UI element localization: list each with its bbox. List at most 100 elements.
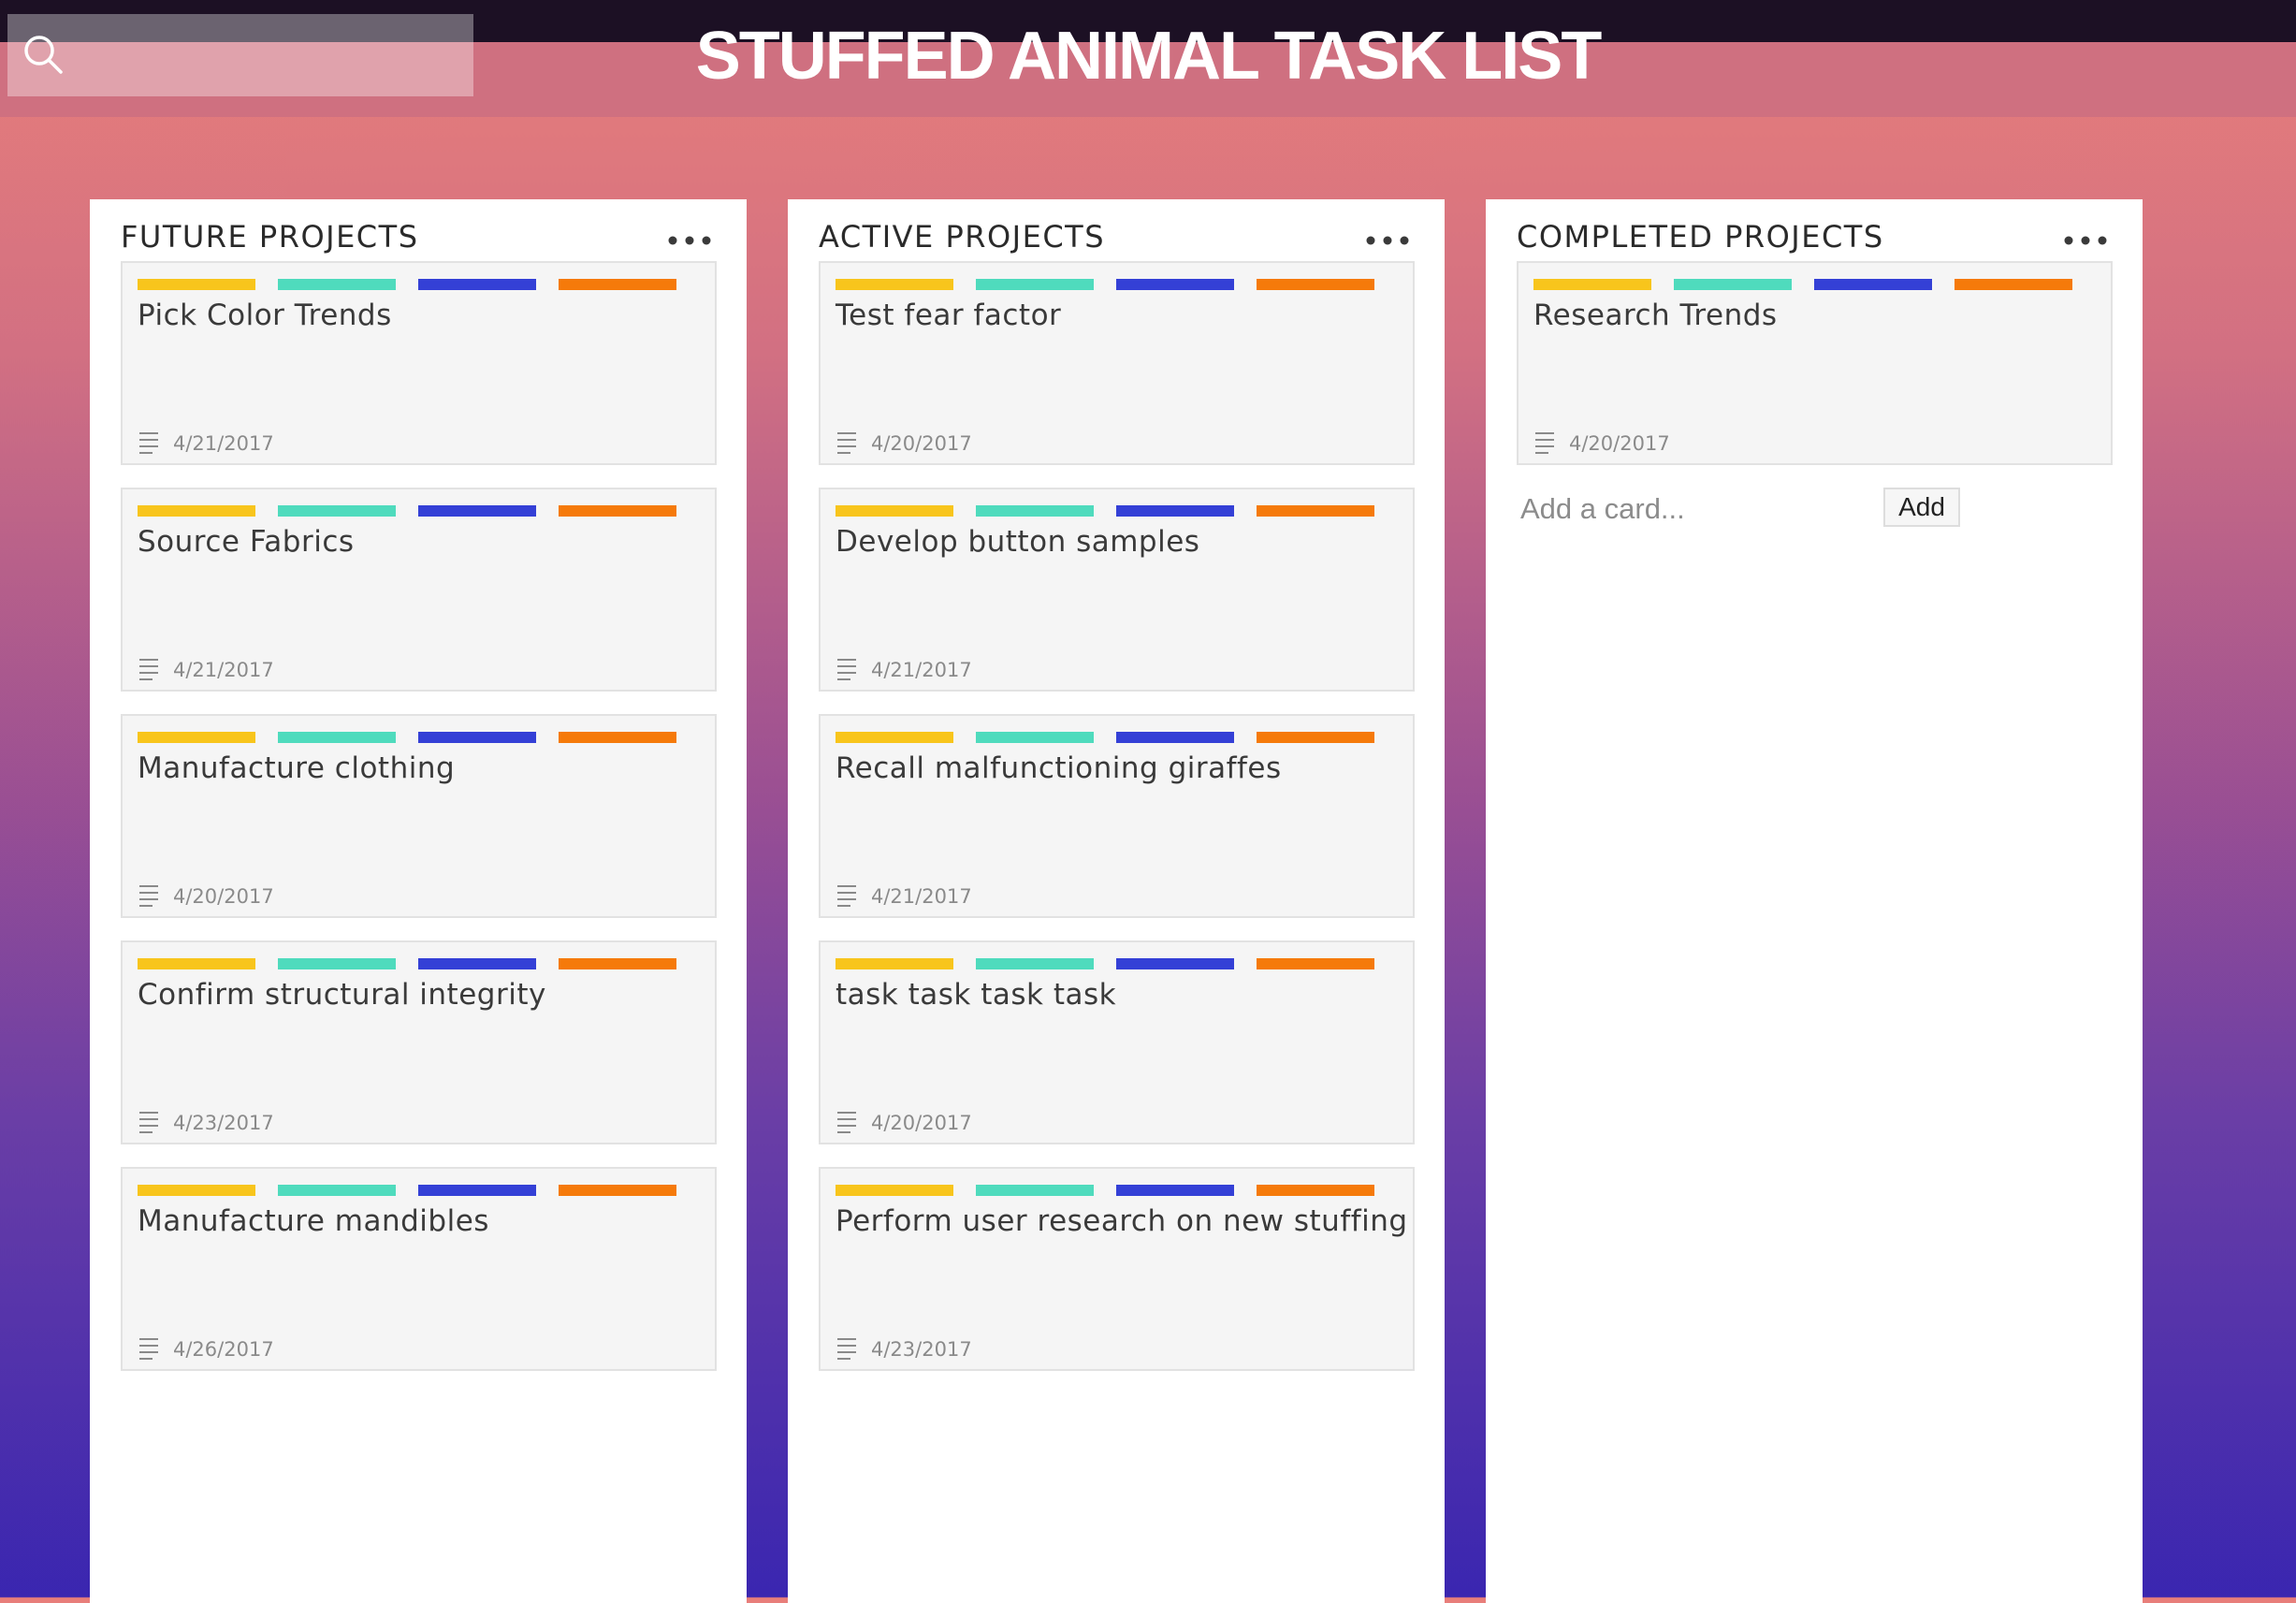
card-labels	[138, 1185, 676, 1196]
label-bar	[1116, 732, 1234, 743]
task-card[interactable]: Test fear factor 4/20/2017	[819, 261, 1415, 465]
card-title: Pick Color Trends	[138, 299, 392, 332]
task-card[interactable]: Pick Color Trends 4/21/2017	[121, 261, 717, 465]
list-title: COMPLETED PROJECTS	[1517, 219, 1884, 255]
card-footer: 4/21/2017	[836, 882, 972, 911]
app-title: STUFFED ANIMAL TASK LIST	[695, 19, 1603, 94]
card-date: 4/23/2017	[173, 1112, 274, 1134]
label-bar	[278, 505, 396, 517]
description-icon	[1533, 430, 1556, 458]
task-card[interactable]: Confirm structural integrity 4/23/2017	[121, 940, 717, 1144]
label-bar	[836, 958, 953, 969]
ellipsis-icon[interactable]	[1361, 212, 1414, 261]
label-bar	[138, 505, 255, 517]
label-bar	[1257, 1185, 1374, 1196]
list-title: FUTURE PROJECTS	[121, 219, 419, 255]
card-footer: 4/21/2017	[836, 656, 972, 684]
label-bar	[1257, 732, 1374, 743]
card-title: Confirm structural integrity	[138, 978, 546, 1012]
card-title: task task task task	[836, 978, 1117, 1012]
label-bar	[418, 1185, 536, 1196]
card-date: 4/21/2017	[871, 659, 972, 681]
label-bar	[1257, 505, 1374, 517]
card-title: Manufacture clothing	[138, 751, 456, 785]
task-card[interactable]: Develop button samples 4/21/2017	[819, 488, 1415, 692]
label-bar	[418, 279, 536, 290]
card-footer: 4/20/2017	[138, 882, 274, 911]
add-card-button[interactable]: Add	[1883, 488, 1960, 527]
description-icon	[138, 882, 160, 911]
label-bar	[1257, 279, 1374, 290]
card-labels	[138, 732, 676, 743]
card-labels	[836, 958, 1374, 969]
description-icon	[138, 430, 160, 458]
label-bar	[138, 279, 255, 290]
description-icon	[836, 882, 858, 911]
board: FUTURE PROJECTS Pick Color Trends 4/21/201…	[90, 199, 2143, 1603]
task-card[interactable]: Manufacture mandibles 4/26/2017	[121, 1167, 717, 1371]
ellipsis-icon[interactable]	[2059, 212, 2112, 261]
label-bar	[836, 1185, 953, 1196]
label-bar	[1814, 279, 1932, 290]
label-bar	[559, 505, 676, 517]
label-bar	[1533, 279, 1651, 290]
label-bar	[559, 1185, 676, 1196]
label-bar	[836, 732, 953, 743]
description-icon	[138, 1109, 160, 1137]
card-footer: 4/21/2017	[138, 656, 274, 684]
card-footer: 4/23/2017	[836, 1335, 972, 1363]
list-column: ACTIVE PROJECTS Test fear factor 4/20/2017…	[788, 199, 1445, 1603]
label-bar	[418, 505, 536, 517]
label-bar	[559, 279, 676, 290]
description-icon	[836, 1109, 858, 1137]
task-card[interactable]: Research Trends 4/20/2017	[1517, 261, 2113, 465]
label-bar	[1116, 1185, 1234, 1196]
card-date: 4/20/2017	[871, 432, 972, 455]
description-icon	[836, 430, 858, 458]
list-column: COMPLETED PROJECTS Research Trends 4/20/20…	[1486, 199, 2143, 1603]
label-bar	[976, 732, 1094, 743]
label-bar	[418, 958, 536, 969]
label-bar	[278, 732, 396, 743]
task-card[interactable]: Source Fabrics 4/21/2017	[121, 488, 717, 692]
label-bar	[138, 1185, 255, 1196]
card-date: 4/23/2017	[871, 1338, 972, 1361]
description-icon	[836, 1335, 858, 1363]
label-bar	[418, 732, 536, 743]
label-bar	[138, 732, 255, 743]
card-labels	[138, 279, 676, 290]
card-labels	[836, 732, 1374, 743]
card-title: Research Trends	[1533, 299, 1778, 332]
card-title: Manufacture mandibles	[138, 1204, 489, 1238]
task-card[interactable]: Recall malfunctioning giraffes 4/21/2017	[819, 714, 1415, 918]
card-labels	[1533, 279, 2072, 290]
card-labels	[138, 505, 676, 517]
list-column: FUTURE PROJECTS Pick Color Trends 4/21/201…	[90, 199, 747, 1603]
card-labels	[836, 1185, 1374, 1196]
card-date: 4/20/2017	[1569, 432, 1670, 455]
label-bar	[976, 505, 1094, 517]
card-footer: 4/21/2017	[138, 430, 274, 458]
card-title: Perform user research on new stuffing	[836, 1204, 1408, 1238]
label-bar	[1257, 958, 1374, 969]
label-bar	[1116, 279, 1234, 290]
list-header: FUTURE PROJECTS	[121, 212, 716, 261]
label-bar	[976, 279, 1094, 290]
label-bar	[138, 958, 255, 969]
add-card-input[interactable]	[1517, 488, 1876, 531]
card-title: Source Fabrics	[138, 525, 355, 559]
ellipsis-icon[interactable]	[663, 212, 716, 261]
label-bar	[976, 1185, 1094, 1196]
description-icon	[138, 1335, 160, 1363]
description-icon	[836, 656, 858, 684]
task-card[interactable]: task task task task 4/20/2017	[819, 940, 1415, 1144]
add-card-row: Add	[1517, 486, 2112, 534]
label-bar	[559, 958, 676, 969]
list-header: ACTIVE PROJECTS	[819, 212, 1414, 261]
label-bar	[976, 958, 1094, 969]
card-title: Test fear factor	[836, 299, 1062, 332]
task-card[interactable]: Manufacture clothing 4/20/2017	[121, 714, 717, 918]
list-header: COMPLETED PROJECTS	[1517, 212, 2112, 261]
label-bar	[836, 279, 953, 290]
task-card[interactable]: Perform user research on new stuffing 4/2…	[819, 1167, 1415, 1371]
